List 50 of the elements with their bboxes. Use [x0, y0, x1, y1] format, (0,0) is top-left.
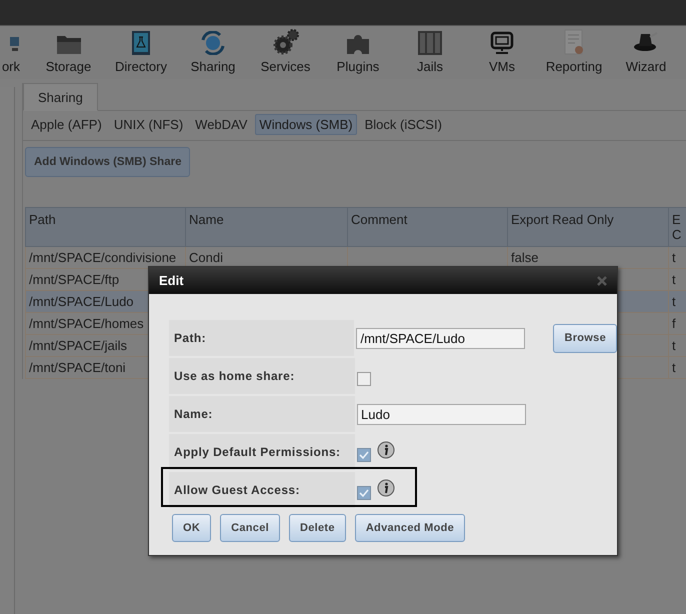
field-label: Apply Default Permissions: — [169, 434, 355, 470]
nav-item[interactable]: Storage — [46, 59, 92, 74]
field-label: Path: — [169, 320, 354, 356]
column-header[interactable]: Path — [26, 208, 186, 246]
field-label: Use as home share: — [169, 358, 355, 394]
dialog-title: Edit — [159, 273, 184, 288]
nav-item[interactable]: Services — [260, 59, 310, 74]
info-icon[interactable] — [377, 441, 395, 459]
nav-item[interactable]: Jails — [416, 59, 443, 74]
report-icon — [564, 29, 584, 55]
column-header[interactable]: Comment — [348, 208, 508, 246]
table-cell: t — [668, 290, 686, 312]
info-icon[interactable] — [377, 479, 395, 497]
column-header[interactable]: Name — [186, 208, 348, 246]
nav-item[interactable]: ork — [2, 59, 20, 74]
page-tab[interactable]: Sharing — [23, 83, 98, 111]
gear-icon — [272, 29, 298, 55]
globe-icon — [200, 31, 226, 55]
nav-item[interactable]: Directory — [114, 59, 167, 74]
dialog-button[interactable]: Advanced Mode — [354, 514, 466, 542]
share-type-tab[interactable]: Block (iSCSI) — [360, 114, 446, 135]
field-label: Name: — [169, 396, 355, 432]
nav-item[interactable]: Wizard — [626, 59, 666, 74]
folder-icon — [56, 33, 82, 55]
field-label: Allow Guest Access: — [169, 472, 355, 508]
monitor-icon — [490, 31, 514, 55]
add-share-button[interactable]: Add Windows (SMB) Share — [25, 147, 190, 177]
nav-item[interactable]: VMs — [489, 59, 515, 74]
share-type-tab[interactable]: WebDAV — [191, 114, 252, 135]
nav-item[interactable]: Reporting — [546, 59, 602, 74]
dialog-button[interactable]: Delete — [288, 514, 346, 542]
column-header[interactable]: Export Read Only — [508, 208, 668, 246]
checkbox[interactable] — [357, 448, 371, 462]
nav-item[interactable]: Sharing — [190, 59, 236, 74]
text-field[interactable]: /mnt/SPACE/Ludo — [356, 328, 526, 348]
text-field[interactable]: Ludo — [357, 404, 526, 424]
share-type-tab[interactable]: Apple (AFP) — [27, 114, 106, 135]
share-type-tab[interactable]: Windows (SMB) — [255, 114, 357, 135]
share-type-tab[interactable]: UNIX (NFS) — [110, 114, 188, 135]
book-icon — [131, 31, 151, 55]
nav-item[interactable]: Plugins — [336, 59, 380, 74]
column-header[interactable]: E C — [668, 208, 686, 246]
close-icon[interactable] — [597, 276, 607, 286]
checkbox[interactable] — [357, 372, 371, 386]
puzzle-icon — [345, 33, 371, 55]
browse-button[interactable]: Browse — [553, 324, 617, 352]
dialog-button[interactable]: OK — [172, 514, 212, 542]
dialog-button[interactable]: Cancel — [220, 514, 280, 542]
checkbox[interactable] — [357, 486, 371, 500]
bars-icon — [418, 31, 442, 55]
